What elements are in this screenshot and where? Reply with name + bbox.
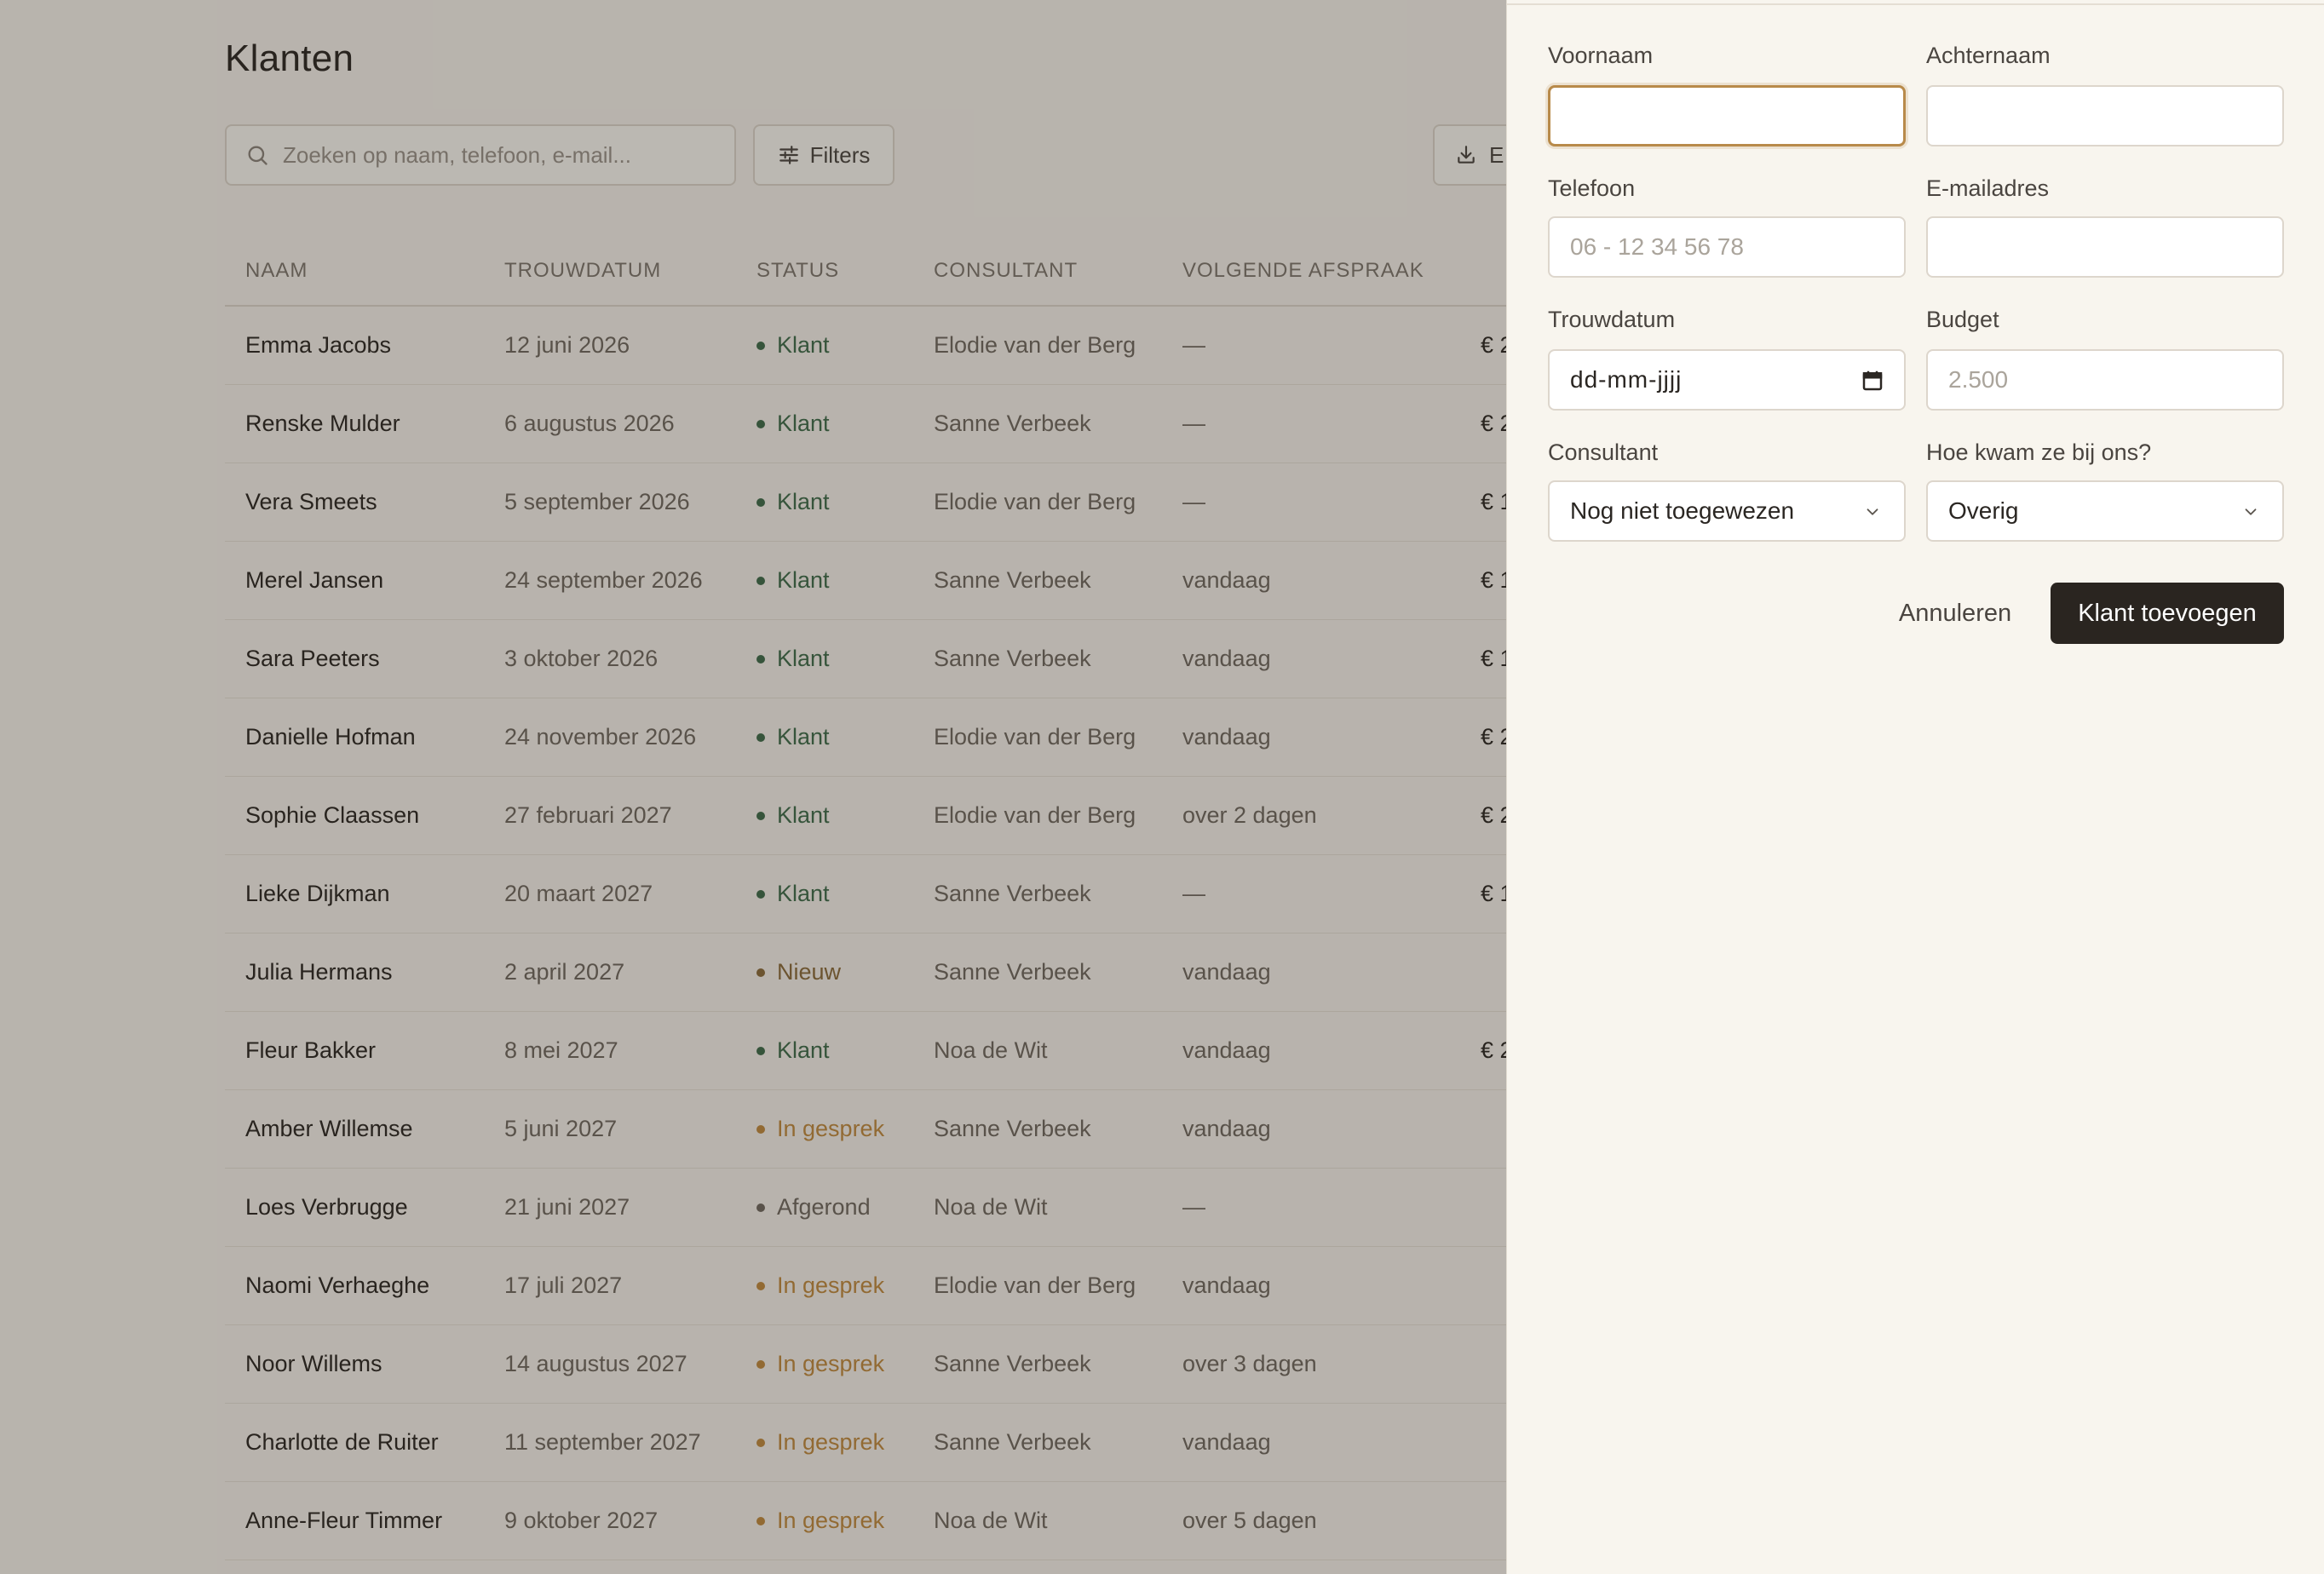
calendar-icon[interactable]: [1860, 368, 1885, 394]
source-value: Overig: [1948, 497, 2019, 524]
chevron-down-icon: [1867, 508, 1878, 515]
add-client-button[interactable]: Klant toevoegen: [2051, 583, 2284, 644]
add-client-panel: Voornaam Achternaam Telefoon 06 - 12 34 …: [1506, 0, 2324, 1574]
first-name-field[interactable]: [1548, 85, 1906, 146]
wedding-date-label: Trouwdatum: [1548, 307, 1676, 332]
phone-label: Telefoon: [1548, 175, 1636, 201]
last-name-label: Achternaam: [1926, 43, 2051, 68]
first-name-label: Voornaam: [1548, 43, 1654, 68]
source-select[interactable]: Overig: [1926, 480, 2284, 542]
cancel-button[interactable]: Annuleren: [1878, 583, 2032, 644]
email-field[interactable]: [1926, 216, 2284, 278]
panel-divider: [1507, 0, 2324, 5]
budget-label: Budget: [1926, 307, 1999, 332]
budget-placeholder: 2.500: [1948, 366, 2009, 393]
wedding-date-field[interactable]: dd-mm-jjjj: [1548, 349, 1906, 411]
wedding-date-placeholder: dd-mm-jjjj: [1570, 366, 1683, 393]
phone-placeholder: 06 - 12 34 56 78: [1570, 233, 1744, 260]
source-label: Hoe kwam ze bij ons?: [1926, 439, 2152, 465]
last-name-field[interactable]: [1926, 85, 2284, 146]
modal-backdrop[interactable]: [0, 0, 1506, 1574]
budget-field[interactable]: 2.500: [1926, 349, 2284, 411]
consultant-value: Nog niet toegewezen: [1570, 497, 1795, 524]
chevron-down-icon: [2245, 508, 2257, 515]
consultant-label: Consultant: [1548, 439, 1659, 465]
consultant-select[interactable]: Nog niet toegewezen: [1548, 480, 1906, 542]
phone-field[interactable]: 06 - 12 34 56 78: [1548, 216, 1906, 278]
email-label: E-mailadres: [1926, 175, 2050, 201]
